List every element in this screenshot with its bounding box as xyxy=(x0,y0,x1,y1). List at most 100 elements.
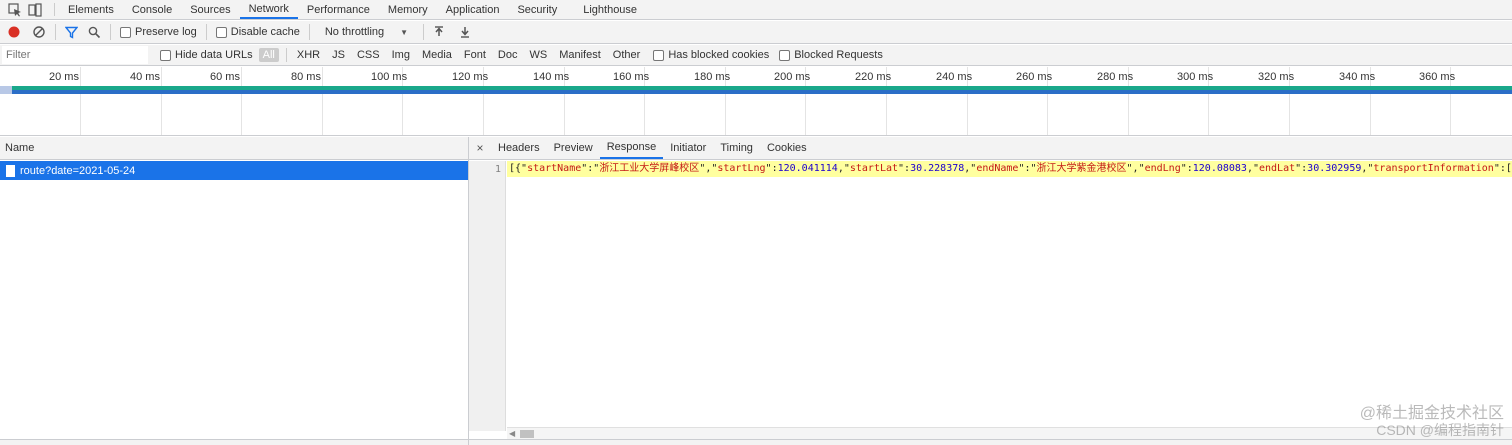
has-blocked-cookies-checkbox[interactable]: Has blocked cookies xyxy=(653,49,769,61)
type-filter-font[interactable]: Font xyxy=(461,48,489,62)
request-list-panel: Name route?date=2021-05-24 xyxy=(0,137,469,445)
response-token: ," xyxy=(837,163,850,174)
timeline-tick-label: 160 ms xyxy=(613,71,650,83)
tab-sources[interactable]: Sources xyxy=(181,0,239,19)
tab-headers[interactable]: Headers xyxy=(491,137,547,159)
tab-console[interactable]: Console xyxy=(123,0,181,19)
response-token: ": xyxy=(1180,163,1193,174)
table-row[interactable]: route?date=2021-05-24 xyxy=(0,161,468,180)
request-list-footer xyxy=(0,439,468,445)
tab-performance[interactable]: Performance xyxy=(298,0,379,19)
disable-cache-checkbox[interactable]: Disable cache xyxy=(215,26,300,38)
toolbar-separator xyxy=(55,24,56,40)
toolbar-separator xyxy=(423,24,425,40)
response-token: 120.08083 xyxy=(1192,163,1247,174)
response-body[interactable]: [{"startName":"浙江工业大学屏峰校区","startLng":12… xyxy=(507,161,1512,177)
tab-elements[interactable]: Elements xyxy=(59,0,123,19)
clear-icon[interactable] xyxy=(32,25,46,39)
checkbox-box[interactable] xyxy=(120,26,131,38)
timeline-overview[interactable]: 20 ms 40 ms 60 ms 80 ms 100 ms 120 ms 140 ms 16… xyxy=(0,67,1512,136)
response-token: 浙江工业大学屏峰校区 xyxy=(599,163,700,174)
tabbar-icons xyxy=(0,0,50,19)
timeline-bar-download xyxy=(0,90,1512,94)
type-filter-media[interactable]: Media xyxy=(419,48,455,62)
type-filter-manifest[interactable]: Manifest xyxy=(556,48,604,62)
timeline-tick-label: 300 ms xyxy=(1177,71,1214,83)
timeline-tick-label: 100 ms xyxy=(371,71,408,83)
tab-application[interactable]: Application xyxy=(437,0,509,19)
type-filter-other[interactable]: Other xyxy=(610,48,644,62)
response-token: "," xyxy=(699,163,718,174)
timeline-tick-label: 20 ms xyxy=(49,71,79,83)
device-toolbar-icon[interactable] xyxy=(28,2,42,17)
response-token: startLng xyxy=(717,163,766,174)
response-token: ," xyxy=(964,163,977,174)
line-number: 1 xyxy=(494,164,501,175)
type-filter-css[interactable]: CSS xyxy=(354,48,383,62)
tab-timing[interactable]: Timing xyxy=(713,137,760,159)
line-number-gutter: 1 xyxy=(469,161,506,431)
tab-memory[interactable]: Memory xyxy=(379,0,437,19)
hide-data-urls-checkbox[interactable]: Hide data URLs xyxy=(160,49,253,61)
timeline-tick-label: 220 ms xyxy=(855,71,892,83)
hide-data-urls-label: Hide data URLs xyxy=(175,49,253,61)
type-separator xyxy=(285,48,287,62)
request-detail-panel: × Headers Preview Response Initiator Tim… xyxy=(469,137,1512,445)
filter-icon[interactable] xyxy=(65,26,78,39)
timeline-tick-label: 280 ms xyxy=(1097,71,1134,83)
tab-lighthouse[interactable]: Lighthouse xyxy=(574,0,646,19)
type-filter-img[interactable]: Img xyxy=(389,48,413,62)
blocked-requests-checkbox[interactable]: Blocked Requests xyxy=(779,49,883,61)
checkbox-box[interactable] xyxy=(779,49,791,61)
watermark-line1: @稀土掘金技术社区 xyxy=(1359,405,1504,422)
disable-cache-label: Disable cache xyxy=(230,26,300,38)
response-token: endLat xyxy=(1259,163,1296,174)
scrollbar-thumb[interactable] xyxy=(520,430,534,438)
tab-security[interactable]: Security xyxy=(508,0,566,19)
type-filter-xhr[interactable]: XHR xyxy=(294,48,323,62)
timeline-tick-label: 200 ms xyxy=(774,71,811,83)
type-filter-ws[interactable]: WS xyxy=(526,48,550,62)
toolbar-separator xyxy=(110,24,111,40)
response-token: 120.041114 xyxy=(777,163,838,174)
inspect-element-icon[interactable] xyxy=(8,2,22,17)
tab-initiator[interactable]: Initiator xyxy=(663,137,713,159)
response-token: [{" xyxy=(509,163,528,174)
document-icon xyxy=(6,164,15,177)
tab-network[interactable]: Network xyxy=(239,0,298,19)
type-filter-doc[interactable]: Doc xyxy=(495,48,521,62)
import-har-icon[interactable] xyxy=(433,26,445,38)
close-icon[interactable]: × xyxy=(469,137,491,159)
export-har-icon[interactable] xyxy=(459,26,471,38)
response-token: 30.302959 xyxy=(1307,163,1362,174)
response-token: startName xyxy=(527,163,582,174)
checkbox-box[interactable] xyxy=(653,49,665,61)
type-filter-all[interactable]: All xyxy=(258,48,279,62)
chevron-down-icon: ▼ xyxy=(400,27,409,37)
watermark-line2: CSDN @编程指南针 xyxy=(1376,422,1504,438)
checkbox-box[interactable] xyxy=(160,49,171,61)
throttling-select[interactable]: No throttling ▼ xyxy=(319,26,414,38)
record-icon[interactable] xyxy=(8,26,20,38)
timeline-tick-label: 340 ms xyxy=(1339,71,1376,83)
toolbar-separator xyxy=(205,24,207,40)
name-column-header[interactable]: Name xyxy=(0,137,468,160)
watermark: @稀土掘金技术社区 CSDN @编程指南针 xyxy=(1360,405,1504,439)
filter-bar: Hide data URLs All XHR JS CSS Img Media … xyxy=(0,45,1512,66)
type-filter-js[interactable]: JS xyxy=(329,48,348,62)
checkbox-box[interactable] xyxy=(215,26,227,38)
timeline-tick-label: 180 ms xyxy=(694,71,731,83)
preserve-log-checkbox[interactable]: Preserve log xyxy=(120,26,197,38)
blocked-requests-label: Blocked Requests xyxy=(794,49,883,61)
response-token: transportInformation xyxy=(1373,163,1494,174)
tab-response[interactable]: Response xyxy=(599,137,664,159)
filter-input[interactable] xyxy=(2,46,148,64)
has-blocked-cookies-label: Has blocked cookies xyxy=(668,49,770,61)
response-token: endName xyxy=(976,163,1019,174)
tab-preview[interactable]: Preview xyxy=(547,137,600,159)
search-icon[interactable] xyxy=(88,26,101,39)
tab-cookies[interactable]: Cookies xyxy=(760,137,814,159)
scroll-left-icon[interactable]: ◀ xyxy=(509,429,515,438)
timeline-gridline xyxy=(241,67,242,135)
response-token: ": xyxy=(898,163,911,174)
